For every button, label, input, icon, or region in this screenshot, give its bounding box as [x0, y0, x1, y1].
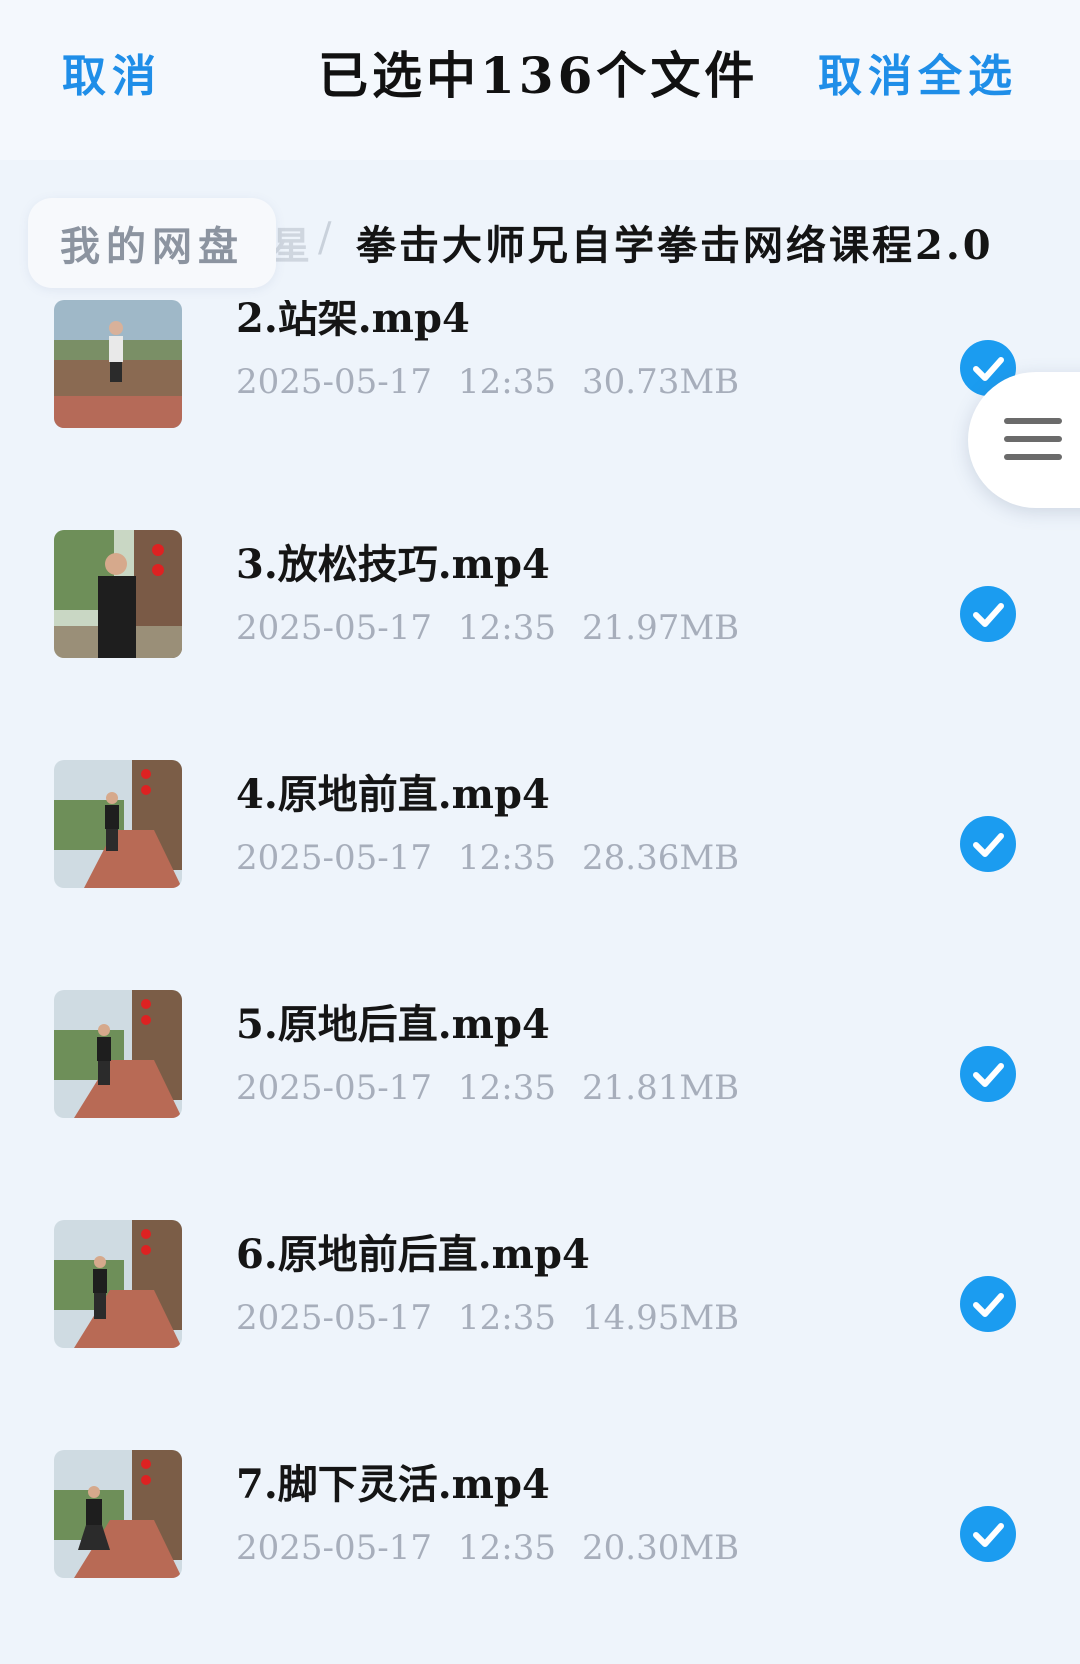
file-name: 5.原地后直.mp4: [236, 1001, 550, 1048]
file-meta: 2025-05-17 12:35 14.95MB: [236, 1298, 765, 1338]
video-thumbnail: [54, 1450, 182, 1578]
video-thumbnail: [54, 1220, 182, 1348]
file-row[interactable]: 5.原地后直.mp4 2025-05-17 12:35 21.81MB: [0, 990, 1080, 1220]
file-date: 2025-05-17: [236, 1068, 433, 1108]
file-time: 12:35: [458, 1068, 557, 1108]
file-meta: 2025-05-17 12:35 21.97MB: [236, 608, 765, 648]
breadcrumb-hidden-segment[interactable]: 星: [272, 215, 310, 270]
file-row[interactable]: 4.原地前直.mp4 2025-05-17 12:35 28.36MB: [0, 760, 1080, 990]
top-bar: 取消 已选中136个文件 取消全选: [0, 0, 1080, 160]
file-size: 30.73MB: [582, 362, 740, 402]
file-size: 14.95MB: [582, 1298, 740, 1338]
file-list: 2.站架.mp4 2025-05-17 12:35 30.73MB 3.放松技巧.m…: [0, 300, 1080, 1664]
breadcrumb: 星 我的网盘 / 拳击大师兄自学拳击网络课程2.0: [0, 185, 1080, 288]
file-meta: 2025-05-17 12:35 21.81MB: [236, 1068, 765, 1108]
cancel-button[interactable]: 取消: [62, 40, 162, 104]
deselect-all-button[interactable]: 取消全选: [818, 40, 1018, 104]
check-circle-icon[interactable]: [960, 586, 1016, 642]
file-row[interactable]: 2.站架.mp4 2025-05-17 12:35 30.73MB: [0, 300, 1080, 514]
menu-bar: [1004, 418, 1062, 424]
file-name: 3.放松技巧.mp4: [236, 541, 550, 588]
file-size: 21.81MB: [582, 1068, 740, 1108]
file-date: 2025-05-17: [236, 1298, 433, 1338]
check-circle-icon[interactable]: [960, 1046, 1016, 1102]
file-size: 21.97MB: [582, 608, 740, 648]
file-row[interactable]: 7.脚下灵活.mp4 2025-05-17 12:35 20.30MB: [0, 1450, 1080, 1664]
file-name: 6.原地前后直.mp4: [236, 1231, 590, 1278]
file-time: 12:35: [458, 608, 557, 648]
file-time: 12:35: [458, 838, 557, 878]
video-thumbnail: [54, 300, 182, 428]
file-date: 2025-05-17: [236, 362, 433, 402]
breadcrumb-separator: /: [318, 215, 332, 261]
breadcrumb-current-folder: 拳击大师兄自学拳击网络课程2.0: [356, 222, 994, 269]
file-time: 12:35: [458, 1528, 557, 1568]
check-circle-icon[interactable]: [960, 816, 1016, 872]
check-circle-icon[interactable]: [960, 1506, 1016, 1562]
video-thumbnail: [54, 530, 182, 658]
file-time: 12:35: [458, 1298, 557, 1338]
file-date: 2025-05-17: [236, 838, 433, 878]
check-circle-icon[interactable]: [960, 1276, 1016, 1332]
video-thumbnail: [54, 760, 182, 888]
selection-title: 已选中136个文件: [318, 46, 759, 105]
file-meta: 2025-05-17 12:35 20.30MB: [236, 1528, 765, 1568]
file-size: 20.30MB: [582, 1528, 740, 1568]
file-meta: 2025-05-17 12:35 30.73MB: [236, 362, 765, 402]
file-size: 28.36MB: [582, 838, 740, 878]
video-thumbnail: [54, 990, 182, 1118]
file-name: 2.站架.mp4: [236, 300, 470, 342]
menu-bar: [1004, 454, 1062, 460]
file-date: 2025-05-17: [236, 608, 433, 648]
file-row[interactable]: 6.原地前后直.mp4 2025-05-17 12:35 14.95MB: [0, 1220, 1080, 1450]
file-name: 4.原地前直.mp4: [236, 771, 550, 818]
file-row[interactable]: 3.放松技巧.mp4 2025-05-17 12:35 21.97MB: [0, 530, 1080, 760]
menu-bar: [1004, 436, 1062, 442]
file-name: 7.脚下灵活.mp4: [236, 1461, 550, 1508]
file-time: 12:35: [458, 362, 557, 402]
file-date: 2025-05-17: [236, 1528, 433, 1568]
breadcrumb-root[interactable]: 我的网盘: [28, 198, 276, 288]
file-meta: 2025-05-17 12:35 28.36MB: [236, 838, 765, 878]
